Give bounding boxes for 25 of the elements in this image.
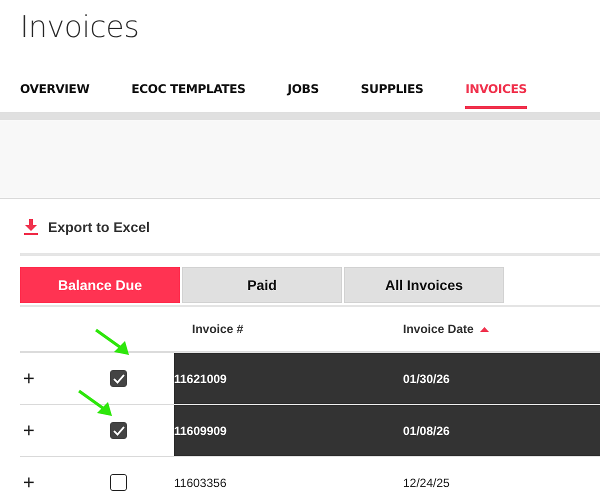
nav-tab[interactable]: INVOICES: [465, 82, 527, 109]
table-cell: 01/30/26: [403, 372, 450, 386]
checkbox[interactable]: [110, 370, 127, 387]
table-cell: 11603356: [174, 476, 226, 490]
expand-button[interactable]: +: [23, 472, 35, 492]
nav-tab[interactable]: ECOC TEMPLATES: [131, 82, 246, 109]
table-cell: 11621009: [174, 372, 227, 386]
checkbox[interactable]: [110, 422, 127, 439]
expand-button[interactable]: +: [23, 368, 35, 388]
table-cell: 11609909: [174, 424, 227, 438]
expand-button[interactable]: +: [23, 420, 35, 440]
filter-tab[interactable]: Paid: [182, 267, 342, 303]
table-cell: 01/08/26: [403, 424, 450, 438]
page-title: Invoices: [19, 9, 140, 47]
filter-tab[interactable]: Balance Due: [20, 267, 180, 303]
download-icon: [24, 219, 38, 235]
table-cell: 12/24/25: [403, 476, 450, 490]
export-link[interactable]: Export to Excel: [24, 219, 150, 235]
filter-tab[interactable]: All Invoices: [344, 267, 504, 303]
column-header[interactable]: Invoice Date: [403, 322, 474, 336]
nav-tab[interactable]: JOBS: [288, 82, 319, 109]
nav-tab[interactable]: SUPPLIES: [360, 82, 424, 109]
column-header[interactable]: Invoice #: [192, 322, 244, 336]
checkbox[interactable]: [110, 474, 127, 491]
nav-tab[interactable]: OVERVIEW: [20, 82, 90, 109]
